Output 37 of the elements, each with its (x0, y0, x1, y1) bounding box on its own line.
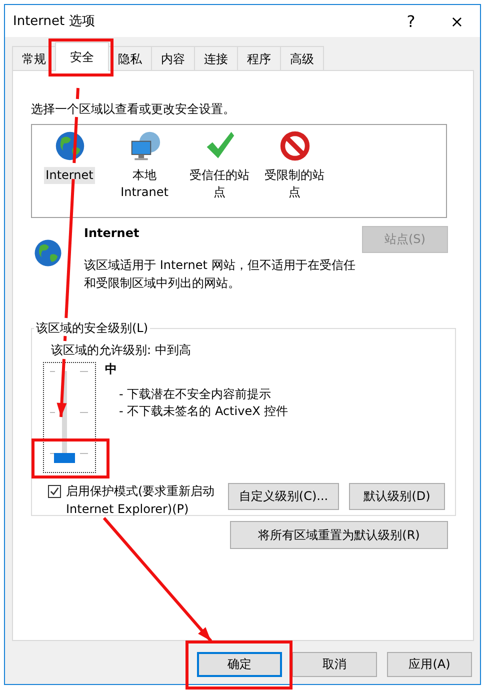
checkbox[interactable] (48, 485, 61, 498)
zone-item[interactable]: 本地 Intranet (107, 125, 182, 217)
close-button[interactable]: × (434, 6, 480, 36)
zone-item[interactable]: Internet (32, 125, 107, 217)
network-computer-icon (128, 130, 160, 162)
dialog-button[interactable]: 取消 (292, 652, 377, 677)
globe-icon (54, 130, 86, 162)
level-note: - 不下载未签名的 ActiveX 控件 (119, 403, 288, 420)
zone-list[interactable]: Internet 本地 Intranet 受信任的站点 受限制的站点 (31, 124, 447, 218)
highlight-box (48, 38, 114, 76)
level-name: 中 (105, 362, 118, 376)
no-entry-icon (278, 130, 310, 162)
zone-prompt: 选择一个区域以查看或更改安全设置。 (31, 102, 235, 116)
slider-thumb[interactable] (54, 453, 75, 463)
level-button[interactable]: 默认级别(D) (349, 483, 445, 510)
reset-button[interactable]: 将所有区域重置为默认级别(R) (230, 521, 448, 549)
zone-item[interactable]: 受信任的站点 (182, 125, 257, 217)
level-button[interactable]: 自定义级别(C)... (228, 483, 339, 510)
security-slider[interactable] (43, 362, 96, 473)
zone-title: Internet (84, 226, 140, 240)
level-note: - 下载潜在不安全内容前提示 (119, 386, 272, 403)
checkbox-label: 启用保护模式(要求重新启动 Internet Explorer)(P) (66, 483, 216, 518)
window-title: Internet 选项 (13, 13, 95, 30)
zone-item[interactable]: 受限制的站点 (257, 125, 332, 217)
zone-label: 受限制的站点 (264, 167, 326, 201)
group-legend: 该区域的安全级别(L) (34, 320, 150, 337)
tab[interactable]: 安全 (55, 42, 109, 71)
zone-label: 受信任的站点 (188, 167, 250, 201)
allowed-level-label: 该区域的允许级别: 中到高 (51, 343, 192, 357)
dialog-button[interactable]: 确定 (197, 652, 282, 677)
zone-description: 该区域适用于 Internet 网站，但不适用于在受信任和受限制区域中列出的网站。 (84, 257, 356, 292)
tab[interactable]: 高级 (280, 46, 324, 71)
help-button[interactable]: ? (388, 6, 434, 36)
dialog-button[interactable]: 应用(A) (387, 652, 472, 677)
zone-label: 本地 Intranet (120, 167, 170, 201)
globe-icon (33, 238, 63, 268)
zone-label: Internet (44, 167, 96, 184)
